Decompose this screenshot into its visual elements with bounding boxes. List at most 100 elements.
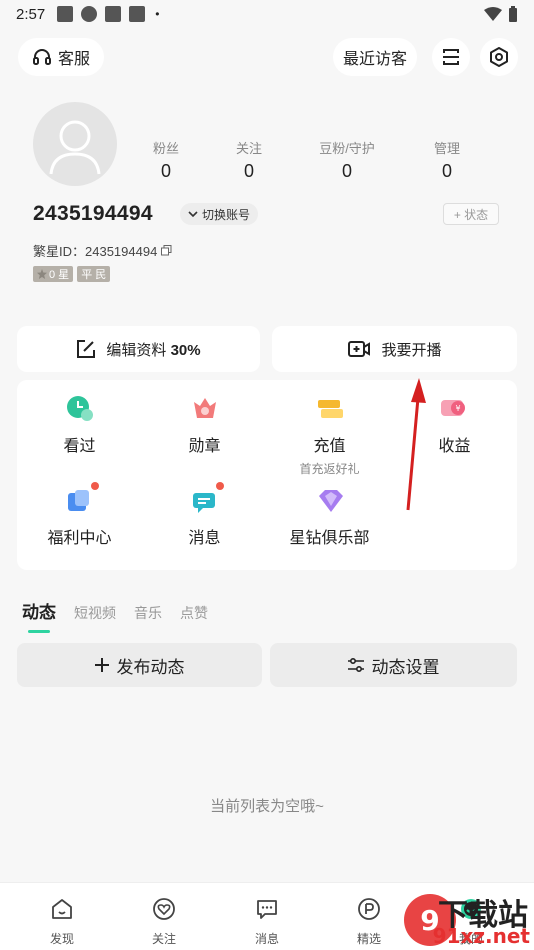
grid-item-label: 看过 [63, 438, 96, 455]
heart-icon [153, 898, 175, 920]
nav-label: 消息 [254, 932, 279, 946]
featured-icon [358, 898, 380, 920]
gear-icon [490, 47, 508, 67]
grid-item-earnings[interactable]: ¥ 收益 [392, 394, 517, 456]
tab-music[interactable]: 音乐 [134, 603, 162, 623]
medal-icon [190, 394, 220, 424]
nav-discover[interactable]: 发现 [32, 897, 92, 947]
nav-label: 发现 [49, 932, 74, 946]
stat-admin[interactable]: 管理 0 [407, 138, 487, 182]
edit-profile-label: 编辑资料 30% [106, 341, 201, 359]
publish-moment-button[interactable]: 发布动态 [17, 643, 262, 687]
edit-profile-button[interactable]: 编辑资料 30% [17, 326, 260, 372]
switch-account-button[interactable]: 切换账号 [180, 203, 259, 225]
stat-following[interactable]: 关注 0 [209, 138, 289, 182]
settings-button[interactable] [480, 38, 518, 76]
grid-item-label: 星钻俱乐部 [289, 530, 370, 547]
content-tabs: 动态 短视频 音乐 点赞 [22, 598, 208, 633]
nav-following[interactable]: 关注 [134, 897, 194, 947]
empty-list-message: 当前列表为空哦~ [210, 798, 324, 815]
nav-label: 精选 [356, 932, 381, 946]
earnings-icon: ¥ [440, 394, 470, 424]
stat-fans[interactable]: 粉丝 0 [126, 138, 206, 182]
customer-service-button[interactable]: 客服 [18, 38, 104, 76]
stat-guard[interactable]: 豆粉/守护 0 [307, 138, 387, 182]
welfare-icon [65, 482, 99, 516]
status-bar: 2:57 • [0, 0, 534, 28]
grid-item-welfare[interactable]: 福利中心 [17, 482, 142, 548]
grid-item-recharge[interactable]: 充值 首充返好礼 [267, 394, 392, 477]
grid-item-diamond-club[interactable]: 星钻俱乐部 [267, 486, 392, 548]
grid-item-label: 消息 [188, 530, 221, 547]
moment-settings-label: 动态设置 [371, 657, 440, 677]
wifi-icon [484, 7, 502, 21]
avatar[interactable] [33, 102, 117, 186]
star-level-text: 0 星 [49, 269, 70, 281]
nav-messages[interactable]: 消息 [237, 897, 297, 947]
unread-dot [90, 482, 99, 490]
moment-settings-button[interactable]: 动态设置 [270, 643, 517, 687]
star-level-badge: 0 星 [33, 266, 74, 282]
default-avatar-icon [49, 120, 101, 175]
sliders-icon [347, 658, 364, 672]
grid-item-sublabel: 首充返好礼 [299, 462, 360, 476]
tab-moments[interactable]: 动态 [22, 598, 56, 633]
badges: 0 星 平 民 [33, 266, 111, 282]
home-icon [52, 899, 72, 919]
stat-label: 豆粉/守护 [319, 141, 375, 156]
stat-value: 0 [243, 161, 254, 181]
chevron-down-icon [188, 211, 198, 218]
unread-dot [215, 482, 224, 490]
notification-icon [57, 6, 74, 22]
customer-service-label: 客服 [57, 51, 90, 68]
tab-short-video[interactable]: 短视频 [74, 603, 116, 623]
edit-icon [77, 340, 96, 358]
svg-text:¥: ¥ [455, 404, 460, 413]
stat-label: 关注 [235, 141, 262, 156]
star-icon [37, 269, 47, 279]
top-bar: 客服 最近访客 [18, 38, 518, 76]
stat-value: 0 [441, 161, 452, 181]
sync-icon [81, 6, 98, 22]
diamond-icon [315, 486, 345, 516]
message-icon [190, 482, 224, 516]
rank-badge: 平 民 [77, 266, 111, 282]
profile-completion: 30% [170, 341, 201, 359]
stat-label: 管理 [433, 141, 460, 156]
copy-icon[interactable] [161, 245, 172, 256]
star-id-text: 繁星ID：2435194494 [33, 244, 158, 259]
chat-icon [257, 900, 277, 919]
status-button[interactable]: + 状态 [443, 203, 499, 225]
history-icon [65, 394, 95, 424]
stat-label: 粉丝 [152, 141, 179, 156]
feature-grid: 看过 勋章 充值 首充返好礼 ¥ 收益 福利中心 消息 星钻俱乐部 [17, 380, 517, 570]
user-id: 2435194494 [33, 202, 153, 225]
grid-item-label: 收益 [438, 438, 471, 455]
scan-icon [443, 49, 459, 65]
recharge-icon [315, 394, 345, 424]
grid-item-label: 福利中心 [47, 530, 112, 547]
go-live-label: 我要开播 [381, 341, 442, 359]
grid-item-label: 充值 [313, 438, 346, 455]
go-live-button[interactable]: 我要开播 [272, 326, 517, 372]
video-camera-icon [348, 341, 371, 357]
battery-icon [509, 6, 517, 22]
nav-featured[interactable]: 精选 [339, 897, 399, 947]
more-notifications-dot: • [155, 7, 160, 21]
grid-item-medals[interactable]: 勋章 [142, 394, 267, 456]
plus-icon [94, 658, 109, 672]
tab-likes[interactable]: 点赞 [180, 603, 208, 623]
publish-label: 发布动态 [116, 657, 185, 677]
star-id: 繁星ID：2435194494 [33, 241, 172, 260]
scan-button[interactable] [432, 38, 470, 76]
clock: 2:57 [16, 5, 46, 23]
stat-value: 0 [160, 161, 171, 181]
recent-visitors-button[interactable]: 最近访客 [333, 38, 417, 76]
stat-value: 0 [341, 161, 352, 181]
switch-account-label: 切换账号 [202, 207, 251, 222]
nav-label: 关注 [151, 932, 176, 946]
grid-item-label: 勋章 [188, 438, 221, 455]
grid-item-history[interactable]: 看过 [17, 394, 142, 456]
watermark-url: 91xz.net [432, 924, 530, 948]
grid-item-messages[interactable]: 消息 [142, 482, 267, 548]
